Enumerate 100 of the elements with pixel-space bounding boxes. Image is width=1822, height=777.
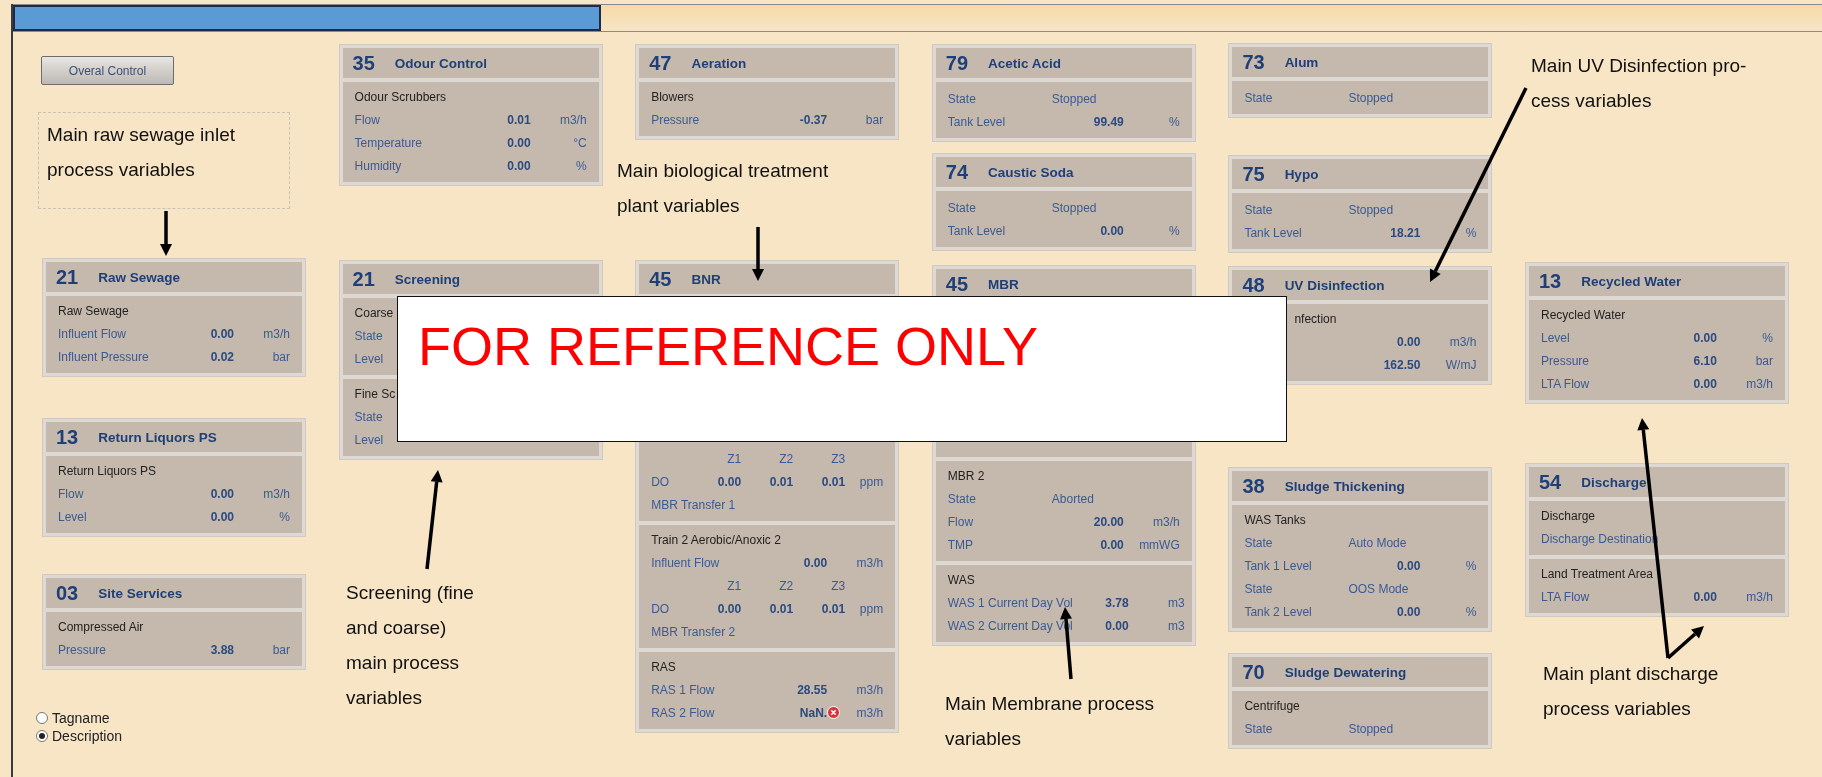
variable-value: 0.00 bbox=[210, 486, 234, 501]
variable-value: 99.49 bbox=[1093, 114, 1124, 129]
overall-control-button[interactable]: Overal Control bbox=[41, 56, 174, 85]
unit-label: % bbox=[1169, 114, 1180, 129]
panel-number: 73 bbox=[1242, 50, 1265, 74]
zone-label: Z1 bbox=[727, 451, 742, 466]
variable-value: 0.00 bbox=[1100, 537, 1124, 552]
panel-number: 21 bbox=[352, 267, 375, 291]
unit-label: m3/h bbox=[856, 555, 884, 570]
panel-number: 54 bbox=[1538, 470, 1562, 494]
panel-title: Recycled Water bbox=[1581, 273, 1682, 289]
panel-title: Return Liquors PS bbox=[98, 429, 217, 445]
variable-label: State bbox=[947, 91, 976, 106]
unit-label: bar bbox=[272, 349, 290, 364]
variable-label: DO bbox=[651, 601, 670, 616]
section-title: Compressed Air bbox=[58, 619, 145, 636]
state-value: Stopped bbox=[1348, 90, 1394, 105]
variable-label: RAS 2 Flow bbox=[651, 705, 715, 720]
variable-label: Tank Level bbox=[947, 114, 1006, 129]
zone-label: Z2 bbox=[779, 451, 794, 466]
variable-label: State bbox=[1244, 721, 1273, 736]
unit-label: bar bbox=[865, 112, 884, 127]
panel-title: Odour Control bbox=[394, 55, 488, 71]
variable-label: Pressure bbox=[1540, 353, 1589, 368]
variable-label: Level bbox=[1540, 330, 1570, 345]
panel-title: UV Disinfection bbox=[1284, 277, 1385, 293]
radio-icon[interactable] bbox=[36, 712, 48, 724]
section-title: WAS Tanks bbox=[1244, 512, 1307, 529]
section-title: Fine Sc bbox=[354, 386, 397, 403]
panel-number: 45 bbox=[945, 272, 969, 296]
variable-label: TMP bbox=[947, 537, 974, 552]
section-title: WAS bbox=[947, 572, 976, 589]
panel-title: Aeration bbox=[691, 55, 747, 71]
section-title: Raw Sewage bbox=[58, 303, 130, 320]
unit-label: % bbox=[1465, 604, 1477, 619]
variable-value: 0.00 bbox=[717, 601, 742, 616]
panel-number: 47 bbox=[649, 51, 672, 75]
unit-label: ppm bbox=[859, 474, 884, 489]
variable-label: WAS 1 Current Day Vol bbox=[947, 595, 1073, 610]
variable-label: Pressure bbox=[58, 642, 107, 657]
section-title: Return Liquors PS bbox=[58, 463, 158, 480]
unit-label: m3/h bbox=[263, 326, 290, 341]
variable-label: Flow bbox=[354, 112, 380, 127]
unit-label: m3/h bbox=[559, 112, 587, 127]
variable-value: 20.00 bbox=[1093, 514, 1124, 529]
section-title: nfection bbox=[1293, 311, 1338, 328]
arrow bbox=[752, 227, 764, 281]
notice-text: FOR REFERENCE ONLY bbox=[418, 315, 1039, 377]
state-value: Stopped bbox=[1051, 91, 1097, 106]
zone-label: Z3 bbox=[831, 451, 846, 466]
unit-label: % bbox=[1465, 225, 1477, 240]
panel-title: Screening bbox=[394, 271, 461, 287]
panel-title: Sludge Dewatering bbox=[1284, 664, 1407, 680]
panel-number: 75 bbox=[1242, 162, 1265, 186]
variable-label: State bbox=[947, 491, 976, 506]
variable-label: Influent Pressure bbox=[58, 349, 149, 364]
variable-value: 0.01 bbox=[769, 601, 794, 616]
state-value: Stopped bbox=[1348, 721, 1394, 736]
section-title: Odour Scrubbers bbox=[354, 89, 447, 106]
unit-label: m3/h bbox=[1449, 334, 1477, 349]
unit-label: m3 bbox=[1168, 595, 1185, 610]
panel-number: 45 bbox=[649, 267, 672, 291]
panel-number: 38 bbox=[1242, 474, 1265, 498]
panel-title: Raw Sewage bbox=[98, 269, 181, 285]
unit-label: % bbox=[279, 509, 290, 524]
panel-number: 13 bbox=[56, 425, 79, 449]
unit-label: % bbox=[1762, 330, 1773, 345]
variable-value: 0.01 bbox=[821, 474, 846, 489]
variable-value: 0.00 bbox=[1397, 558, 1421, 573]
state-value: Aborted bbox=[1051, 491, 1094, 506]
state-value: Auto Mode bbox=[1348, 535, 1407, 550]
variable-value: 0.01 bbox=[821, 601, 846, 616]
variable-value: 0.00 bbox=[717, 474, 742, 489]
variable-label: State bbox=[1244, 202, 1273, 217]
panel-number: 21 bbox=[56, 265, 79, 289]
radio-option[interactable]: Description bbox=[36, 728, 123, 744]
panel-title: MBR bbox=[988, 276, 1019, 292]
unit-label: ppm bbox=[859, 601, 884, 616]
variable-value: 162.50 bbox=[1383, 357, 1421, 372]
radio-option[interactable]: Tagname bbox=[36, 710, 110, 726]
section-title: Train 2 Aerobic/Anoxic 2 bbox=[651, 532, 782, 549]
active-tab[interactable] bbox=[13, 5, 601, 31]
variable-label: DO bbox=[651, 474, 670, 489]
variable-label: Flow bbox=[947, 514, 974, 529]
panel-title: BNR bbox=[691, 271, 721, 287]
unit-label: % bbox=[1465, 558, 1477, 573]
radio-icon[interactable] bbox=[36, 730, 48, 742]
variable-value: 28.55 bbox=[797, 682, 828, 697]
variable-value: 0.00 bbox=[210, 326, 234, 341]
unit-label: mmWG bbox=[1139, 537, 1180, 552]
arrow bbox=[160, 211, 172, 256]
panel-number: 35 bbox=[352, 51, 375, 75]
callout-text: Main raw sewage inlet process variables bbox=[47, 123, 236, 182]
variable-label: Tank Level bbox=[1244, 225, 1302, 240]
variable-label: Tank 1 Level bbox=[1244, 558, 1312, 573]
variable-label: Temperature bbox=[354, 135, 422, 150]
section-title: Blowers bbox=[651, 89, 695, 106]
zone-label: Z2 bbox=[779, 578, 794, 593]
variable-label: Level bbox=[58, 509, 87, 524]
unit-label: m3/h bbox=[1746, 376, 1773, 391]
